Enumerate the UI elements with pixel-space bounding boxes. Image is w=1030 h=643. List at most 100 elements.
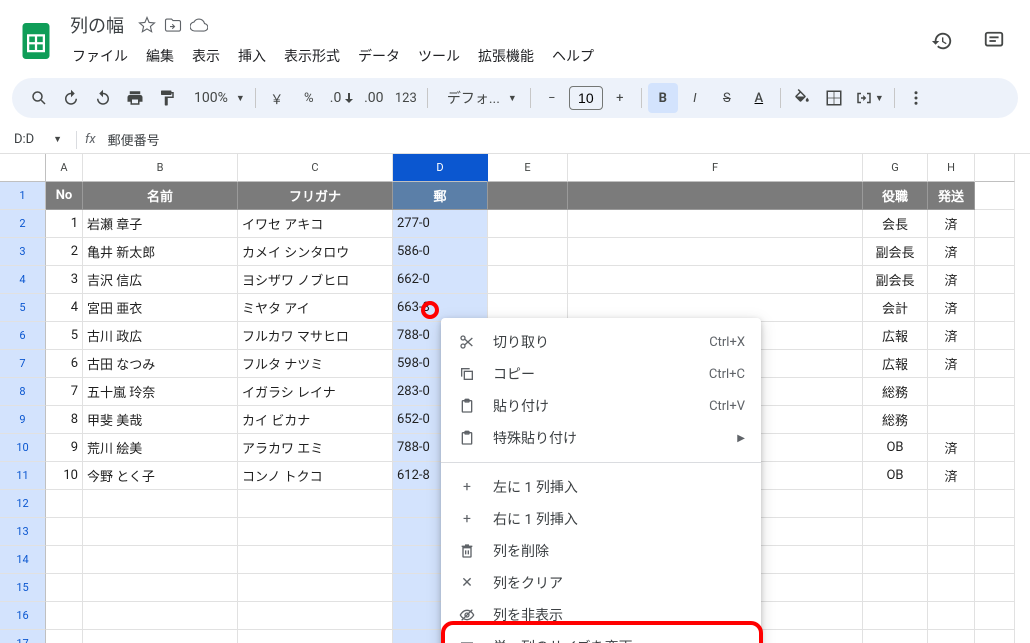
ctx-cut[interactable]: 切り取り Ctrl+X [441,326,761,358]
ctx-paste[interactable]: 貼り付け Ctrl+V [441,390,761,422]
text-color-button[interactable]: A [744,83,774,113]
comment-all-icon[interactable] [974,21,1014,61]
cell-extra [975,350,1015,378]
paste-special-icon [457,428,477,448]
row-header-9[interactable]: 9 [0,406,46,434]
percent-button[interactable]: % [294,83,324,113]
col-header-H[interactable]: H [928,154,975,182]
menu-extensions[interactable]: 拡張機能 [470,42,542,70]
strikethrough-button[interactable]: S [712,83,742,113]
cell-e [488,238,568,266]
row-header-5[interactable]: 5 [0,294,46,322]
col-header-B[interactable]: B [83,154,238,182]
col-header-D[interactable]: D [393,154,488,182]
cell-empty [238,630,393,643]
cell-f [568,210,863,238]
formula-bar: D:D▼ fx 郵便番号 [0,126,1030,154]
increase-decimal-icon[interactable]: .00 [359,83,389,113]
col-header-C[interactable]: C [238,154,393,182]
select-all-corner[interactable] [0,154,46,182]
search-menus-icon[interactable] [24,83,54,113]
cell-send: 済 [928,294,975,322]
hdr-e [488,182,568,210]
row-header-4[interactable]: 4 [0,266,46,294]
menu-data[interactable]: データ [350,42,408,70]
ctx-resize-col[interactable]: 単一列のサイズを変更 [441,631,761,643]
cell-e [488,266,568,294]
row-header-11[interactable]: 11 [0,462,46,490]
formula-input[interactable]: 郵便番号 [108,130,1022,149]
redo-icon[interactable] [88,83,118,113]
cell-empty [46,602,83,630]
font-size-input[interactable] [569,86,603,110]
zoom-dropdown[interactable]: 100%▼ [184,83,249,113]
row-header-6[interactable]: 6 [0,322,46,350]
col-header-F[interactable]: F [568,154,863,182]
row-header-8[interactable]: 8 [0,378,46,406]
star-icon[interactable] [138,16,156,34]
undo-icon[interactable] [56,83,86,113]
menu-help[interactable]: ヘルプ [544,42,602,70]
ctx-copy[interactable]: コピー Ctrl+C [441,358,761,390]
menu-format[interactable]: 表示形式 [276,42,348,70]
row-header-12[interactable]: 12 [0,490,46,518]
menu-tools[interactable]: ツール [410,42,468,70]
row-header-13[interactable]: 13 [0,518,46,546]
cell-empty [975,574,1015,602]
menu-view[interactable]: 表示 [184,42,228,70]
row-header-15[interactable]: 15 [0,574,46,602]
merge-cells-icon[interactable]: ▼ [851,83,888,113]
doc-title[interactable]: 列の幅 [64,10,130,40]
decrease-decimal-icon[interactable]: .0 [326,83,357,113]
cell-empty [863,518,928,546]
cell-furigana: カイ ビカナ [238,406,393,434]
copy-icon [457,364,477,384]
menu-file[interactable]: ファイル [64,42,136,70]
font-dropdown[interactable]: デフォ...▼ [434,83,524,113]
row-header-16[interactable]: 16 [0,602,46,630]
borders-icon[interactable] [819,83,849,113]
print-icon[interactable] [120,83,150,113]
row-header-17[interactable]: 17 [0,630,46,643]
move-icon[interactable] [164,16,182,34]
row-header-14[interactable]: 14 [0,546,46,574]
bold-button[interactable]: B [648,83,678,113]
history-icon[interactable] [922,21,962,61]
ctx-delete-col[interactable]: 列を削除 [441,535,761,567]
ctx-insert-right[interactable]: + 右に 1 列挿入 [441,503,761,535]
number-format-dropdown[interactable]: 123 [391,83,421,113]
increase-font-icon[interactable]: + [605,83,635,113]
name-box[interactable]: D:D▼ [8,130,68,149]
cell-empty [83,518,238,546]
fill-color-icon[interactable] [787,83,817,113]
cell-furigana: イワセ アキコ [238,210,393,238]
ctx-insert-left[interactable]: + 左に 1 列挿入 [441,471,761,503]
currency-button[interactable]: ￥ [262,83,292,113]
cell-name: 宮田 亜衣 [83,294,238,322]
col-header-A[interactable]: A [46,154,83,182]
cell-empty [975,630,1015,643]
italic-button[interactable]: I [680,83,710,113]
row-header-7[interactable]: 7 [0,350,46,378]
decrease-font-icon[interactable]: − [537,83,567,113]
ctx-hide-col[interactable]: 列を非表示 [441,599,761,631]
row-header-1[interactable]: 1 [0,182,46,210]
paint-format-icon[interactable] [152,83,182,113]
col-header-G[interactable]: G [863,154,928,182]
row-header-2[interactable]: 2 [0,210,46,238]
col-header-extra[interactable] [975,154,1015,182]
row-header-3[interactable]: 3 [0,238,46,266]
col-header-E[interactable]: E [488,154,568,182]
row-header-10[interactable]: 10 [0,434,46,462]
ctx-paste-special[interactable]: 特殊貼り付け ▶ [441,422,761,454]
cloud-icon[interactable] [190,16,208,34]
resize-icon [457,637,477,643]
cell-empty [928,546,975,574]
menu-edit[interactable]: 編集 [138,42,182,70]
more-toolbar-icon[interactable] [901,83,931,113]
ctx-clear-col[interactable]: ✕ 列をクリア [441,567,761,599]
cell-empty [238,546,393,574]
menu-insert[interactable]: 挿入 [230,42,274,70]
plus-icon: + [457,509,477,529]
sheets-logo[interactable] [16,21,56,61]
